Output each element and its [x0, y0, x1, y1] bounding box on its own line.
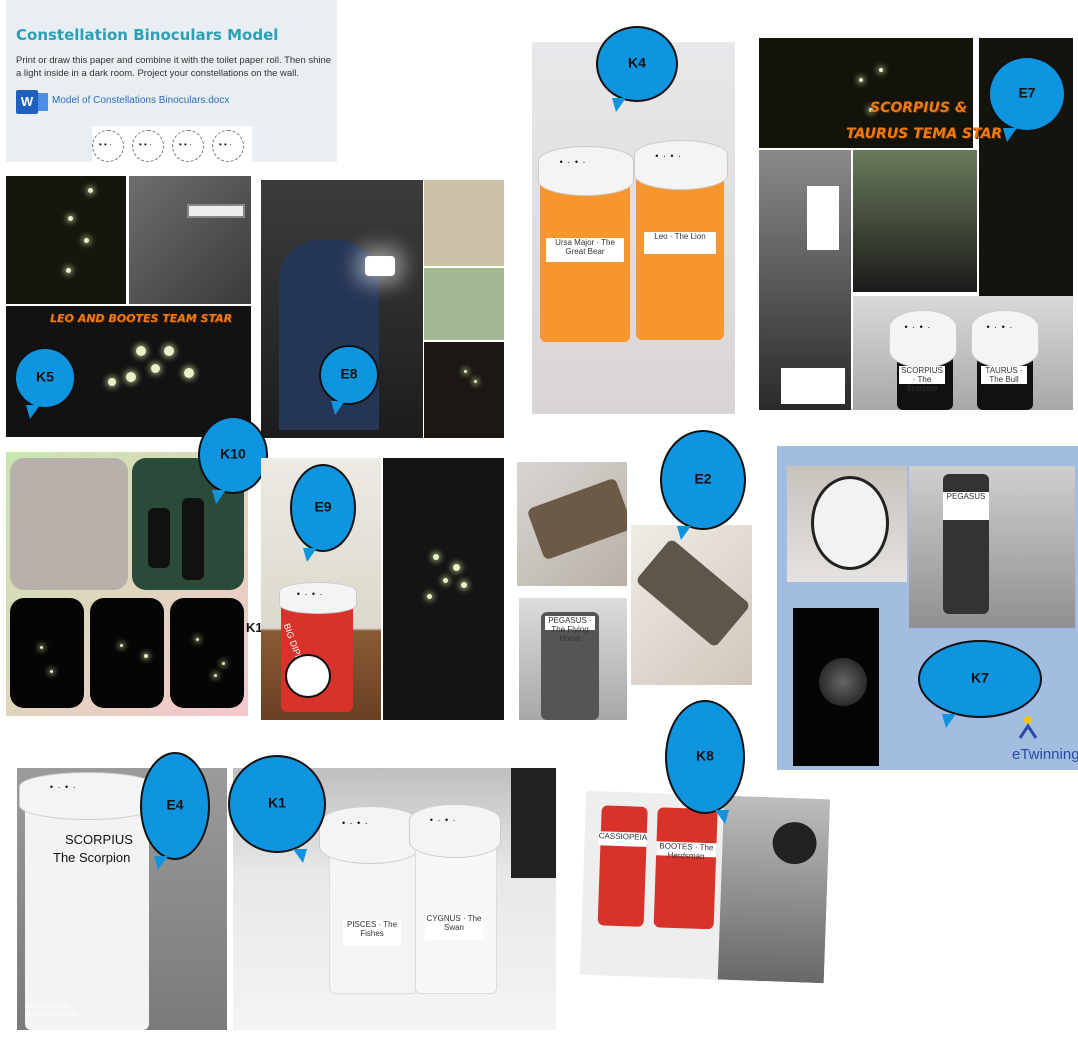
e4-label-line1: SCORPIUS — [65, 832, 133, 847]
e2-tube-label: PEGASUS · The Flying Horse — [545, 616, 595, 643]
e2-photo-2: PEGASUS · The Flying Horse — [519, 598, 627, 720]
e4-label-line2: The Scorpion — [53, 850, 131, 865]
k10-photo-stars-2 — [90, 598, 164, 708]
e9-photo-projection — [383, 458, 504, 720]
etwinning-logo-icon — [1016, 714, 1040, 740]
k8-photo: CASSIOPEIA BOOTES · The Herdsman — [579, 790, 831, 984]
activity-title: Constellation Binoculars Model — [16, 26, 279, 44]
e7-photo-tubes: SCORPIUS · The Scorpion TAURUS · The Bul… — [853, 296, 1073, 410]
k7-tube-label: PEGASUS — [943, 492, 989, 520]
e8-photo-2 — [424, 180, 504, 266]
e4-speech-bubble: E4 — [140, 752, 210, 870]
k5-photo-stars — [6, 176, 126, 304]
k7-photo-projection — [793, 608, 879, 766]
k4-label-left: Ursa Major · The Great Bear — [546, 238, 624, 262]
k8-label-right: BOOTES · The Herdsman — [656, 841, 717, 861]
k1-label-left: PISCES · The Fishes — [343, 920, 401, 946]
constellation-template-circle — [172, 130, 204, 162]
e9-blank-bubble — [285, 654, 331, 698]
k4-label-right: Leo · The Lion — [644, 232, 716, 254]
k7-speech-bubble: K7 — [918, 640, 1042, 728]
e2-speech-bubble: E2 — [660, 430, 746, 540]
e7-team-caption-line1: SCORPIUS & — [870, 100, 968, 116]
e4-camera-watermark-2: AI QUAD CAMERA — [25, 1012, 78, 1018]
word-doc-icon: W — [16, 90, 48, 114]
constellation-template-circle — [132, 130, 164, 162]
activity-card: Constellation Binoculars Model Print or … — [6, 0, 337, 162]
e2-photo-3 — [631, 525, 752, 685]
etwinning-logo-text: eTwinning — [1012, 746, 1078, 763]
e4-camera-watermark-1: REDMI NOTE 8 — [25, 1004, 68, 1010]
k8-label-left: CASSIOPEIA — [598, 831, 647, 847]
e8-photo-3 — [424, 268, 504, 340]
e7-photo-child-2 — [853, 150, 977, 292]
e2-photo-1 — [517, 462, 627, 586]
activity-description: Print or draw this paper and combine it … — [16, 55, 332, 79]
k10-speech-bubble: K10 — [198, 416, 268, 504]
k7-photo-cap — [787, 466, 907, 582]
e7-label-left: SCORPIUS · The Scorpion — [899, 366, 945, 393]
k10-photo-stars-1 — [10, 598, 84, 708]
k4-speech-bubble: K4 — [596, 26, 678, 112]
e8-speech-bubble: E8 — [319, 345, 379, 415]
e7-team-caption-line2: TAURUS TEMA STAR — [846, 126, 1003, 142]
e7-photo-child-1 — [759, 150, 851, 410]
constellation-template-circle — [92, 130, 124, 162]
e7-label-right: TAURUS · The Bull — [981, 366, 1027, 384]
k5-team-caption: LEO AND BOOTES TEAM STAR — [50, 312, 233, 325]
k1-speech-bubble: K1 — [228, 755, 326, 863]
k5-speech-bubble: K5 — [14, 347, 76, 419]
e9-speech-bubble: E9 — [290, 464, 356, 562]
k5-photo-projection — [129, 176, 251, 304]
k10-photo-child — [10, 458, 128, 590]
k1-label-right: CYGNUS · The Swan — [425, 914, 483, 940]
doc-download-link[interactable]: Model of Constellations Binoculars.docx — [52, 95, 229, 106]
k8-speech-bubble: K8 — [665, 700, 745, 824]
e8-photo-4 — [424, 342, 504, 438]
e7-speech-bubble: E7 — [988, 56, 1066, 142]
k10-photo-stars-3 — [170, 598, 244, 708]
k7-photo-tubes: PEGASUS — [909, 466, 1075, 628]
constellation-template-circle — [212, 130, 244, 162]
